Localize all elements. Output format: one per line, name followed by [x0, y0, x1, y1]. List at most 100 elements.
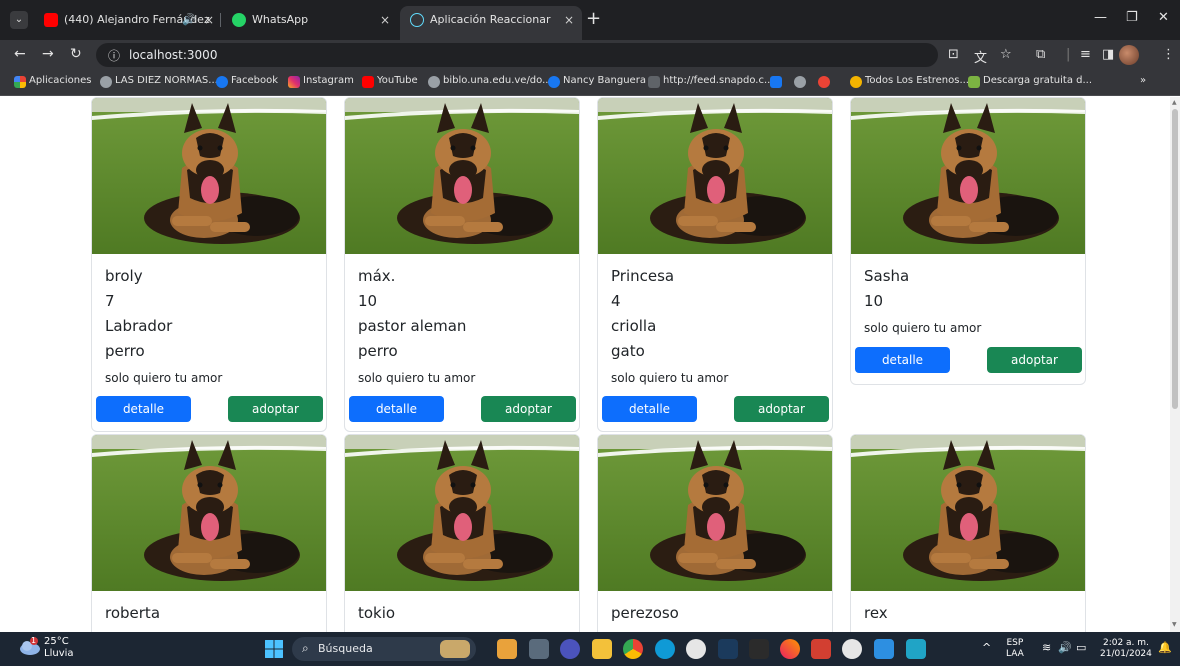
pet-name: tokio	[358, 604, 396, 622]
bookmark-item[interactable]: YouTube	[362, 75, 418, 88]
youtube-icon	[362, 76, 374, 88]
bookmark-item[interactable]: biblo.una.edu.ve/do...	[428, 75, 552, 88]
close-icon[interactable]: ×	[564, 6, 574, 34]
url-text[interactable]: localhost:3000	[129, 48, 217, 62]
rain-cloud-icon[interactable]	[18, 637, 42, 659]
taskbar-search[interactable]: ⌕ Búsqueda	[292, 637, 476, 661]
install-icon[interactable]: ⊡	[948, 47, 959, 62]
page-scrollbar[interactable]: ▲ ▼	[1170, 97, 1180, 632]
bookmark-item[interactable]: LAS DIEZ NORMAS...	[100, 75, 218, 88]
site-info-icon[interactable]: ⓘ	[108, 47, 120, 64]
forward-icon[interactable]: →	[42, 46, 54, 62]
app-icon[interactable]	[842, 639, 862, 659]
notepad-icon[interactable]	[906, 639, 926, 659]
battery-icon[interactable]: ▭	[1076, 642, 1086, 653]
detail-button[interactable]: detalle	[855, 347, 950, 373]
bookmark-label: Aplicaciones	[29, 75, 92, 86]
address-bar[interactable]: ⓘ localhost:3000	[96, 43, 938, 67]
detail-button[interactable]: detalle	[349, 396, 444, 422]
scrollbar-thumb[interactable]	[1172, 109, 1178, 409]
reading-list-icon[interactable]: ≡	[1080, 47, 1091, 62]
adopt-button[interactable]: adoptar	[228, 396, 323, 422]
menu-icon[interactable]: ⋮	[1162, 47, 1175, 62]
adopt-button[interactable]: adoptar	[987, 347, 1082, 373]
pet-breed: criolla	[611, 317, 657, 335]
clock-time: 2:02 a. m.	[1102, 638, 1149, 648]
close-icon[interactable]: ×	[204, 6, 214, 34]
clock[interactable]: 2:02 a. m. 21/01/2024	[1100, 638, 1152, 660]
weather-widget[interactable]: 25°C Lluvia	[44, 636, 74, 660]
epic-games-icon[interactable]	[749, 639, 769, 659]
wifi-icon[interactable]: ≋	[1042, 642, 1051, 653]
tab-divider	[220, 13, 221, 27]
language-indicator[interactable]: ESP LAA	[1006, 638, 1024, 660]
audio-icon[interactable]: 🔊	[182, 6, 196, 34]
profile-avatar[interactable]	[1119, 45, 1139, 65]
pet-name: máx.	[358, 267, 396, 285]
side-panel-icon[interactable]: ◨	[1102, 47, 1114, 62]
chrome-icon[interactable]	[623, 639, 643, 659]
scroll-up-icon[interactable]: ▲	[1172, 99, 1177, 106]
pet-age: 10	[358, 292, 378, 310]
tab-whatsapp[interactable]: WhatsApp ×	[222, 6, 398, 34]
bookmark-item[interactable]: Facebook	[216, 75, 278, 88]
react-icon	[410, 13, 424, 27]
pet-card: tokio	[344, 434, 580, 632]
tab-react-app[interactable]: Aplicación Reaccionar ×	[400, 6, 582, 40]
minimize-icon[interactable]: —	[1094, 10, 1107, 25]
bookmark-star-icon[interactable]: ☆	[1000, 47, 1012, 62]
dog-photo	[92, 98, 326, 254]
reload-icon[interactable]: ↻	[70, 46, 82, 62]
movie-icon	[850, 76, 862, 88]
adopt-button[interactable]: adoptar	[734, 396, 829, 422]
bookmark-label: biblo.una.edu.ve/do...	[443, 75, 552, 86]
close-icon[interactable]: ×	[380, 6, 390, 34]
new-tab-icon[interactable]: +	[586, 8, 601, 29]
pet-description: solo quiero tu amor	[864, 321, 982, 335]
pet-type: gato	[611, 342, 645, 360]
pet-name: perezoso	[611, 604, 679, 622]
globe-icon	[794, 76, 806, 88]
bookmark-item[interactable]: Instagram	[288, 75, 354, 88]
windows-start-icon[interactable]	[264, 639, 284, 659]
volume-icon[interactable]: 🔊	[1058, 642, 1072, 653]
tray-overflow-icon[interactable]: ^	[982, 642, 991, 653]
bookmarks-overflow-icon[interactable]: »	[1140, 75, 1146, 86]
pet-card: Princesa 4 criolla gato solo quiero tu a…	[597, 97, 833, 432]
bookmark-item[interactable]: Nancy Banguera	[548, 75, 646, 88]
notifications-icon[interactable]: 🔔	[1158, 642, 1172, 653]
detail-button[interactable]: detalle	[96, 396, 191, 422]
translate-icon[interactable]: 文	[974, 47, 987, 66]
maximize-icon[interactable]: ❐	[1126, 10, 1138, 25]
extensions-icon[interactable]: ⧉	[1036, 47, 1045, 62]
app-icon[interactable]	[686, 639, 706, 659]
tab-search-icon[interactable]: ⌄	[10, 11, 28, 29]
office-icon[interactable]	[811, 639, 831, 659]
file-explorer-icon[interactable]	[592, 639, 612, 659]
page-icon	[648, 76, 660, 88]
scroll-down-icon[interactable]: ▼	[1172, 621, 1177, 628]
chat-icon[interactable]	[560, 639, 580, 659]
bookmark-label: Descarga gratuita d...	[983, 75, 1093, 86]
temperature: 25°C	[44, 636, 69, 647]
pet-description: solo quiero tu amor	[105, 371, 223, 385]
bookmark-item[interactable]: Descarga gratuita d...	[968, 75, 1093, 88]
bookmark-apps[interactable]: Aplicaciones	[14, 75, 92, 88]
bookmark-item[interactable]: Todos Los Estrenos...	[850, 75, 969, 88]
detail-button[interactable]: detalle	[602, 396, 697, 422]
app-icon[interactable]	[780, 639, 800, 659]
close-window-icon[interactable]: ✕	[1158, 10, 1169, 25]
pet-age: 7	[105, 292, 115, 310]
steam-icon[interactable]	[718, 639, 738, 659]
tab-youtube[interactable]: (440) Alejandro Fernández 🔊 ×	[34, 6, 222, 34]
dog-photo	[598, 98, 832, 254]
adopt-button[interactable]: adoptar	[481, 396, 576, 422]
pet-type: perro	[105, 342, 145, 360]
edge-icon[interactable]	[655, 639, 675, 659]
dog-photo	[851, 435, 1085, 591]
back-icon[interactable]: ←	[14, 46, 26, 62]
bookmark-item[interactable]: http://feed.snapdo.c...	[648, 75, 774, 88]
app-icon[interactable]	[497, 639, 517, 659]
task-view-icon[interactable]	[529, 639, 549, 659]
vscode-icon[interactable]	[874, 639, 894, 659]
